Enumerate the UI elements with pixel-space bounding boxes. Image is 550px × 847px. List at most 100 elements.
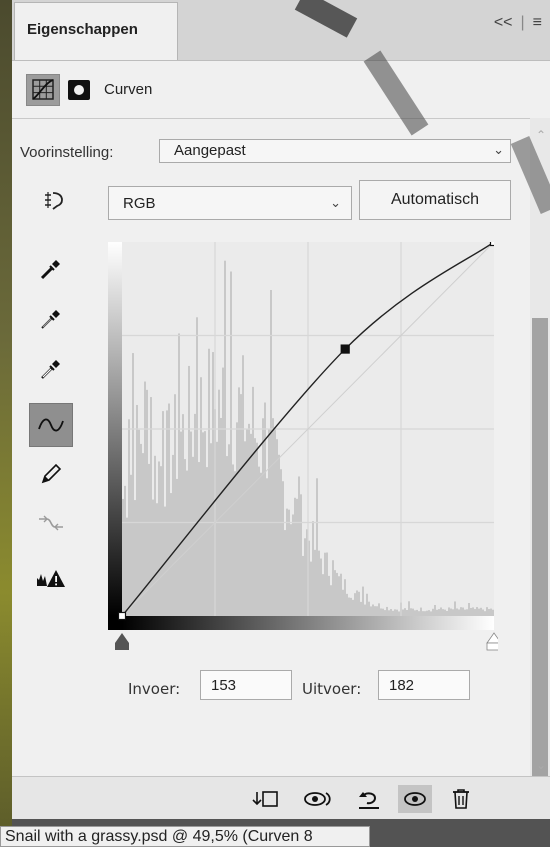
histogram-bar	[406, 609, 408, 616]
histogram-bar	[362, 586, 364, 616]
histogram-bar	[168, 403, 170, 616]
histogram-bar	[342, 589, 344, 616]
input-field[interactable]: 153	[200, 670, 292, 700]
white-slider-handle[interactable]	[486, 632, 502, 644]
output-field[interactable]: 182	[378, 670, 470, 700]
histogram-bar	[158, 461, 160, 616]
histogram-bar	[322, 574, 324, 616]
histogram-bar	[218, 389, 220, 616]
histogram-bar	[312, 521, 314, 616]
histogram-bar	[420, 607, 422, 616]
histogram-bar	[422, 611, 424, 616]
histogram-bar	[302, 555, 304, 616]
delete-trash-icon[interactable]	[444, 785, 478, 813]
layer-mask-icon[interactable]	[68, 80, 90, 100]
histogram-bar	[180, 431, 182, 616]
collapse-icon[interactable]: <<	[494, 14, 513, 32]
histogram-bar	[480, 607, 482, 616]
histogram-bar	[256, 442, 258, 616]
histogram-bar	[338, 576, 340, 616]
histogram-bar	[248, 423, 250, 616]
histogram-bar	[328, 575, 330, 616]
preset-label: Voorinstelling:	[20, 144, 114, 161]
histogram-bar	[396, 609, 398, 616]
on-image-adjust-icon[interactable]	[38, 185, 68, 215]
histogram-bar	[196, 317, 198, 616]
histogram-bar	[236, 422, 238, 616]
channel-select[interactable]: RGB ⌄	[108, 186, 352, 220]
clip-to-layer-icon[interactable]	[248, 785, 282, 813]
panel-menu-icon[interactable]: ≡	[533, 14, 542, 32]
curves-chart[interactable]	[108, 242, 494, 630]
scrollbar-thumb[interactable]	[532, 318, 548, 778]
curve-control-point[interactable]	[489, 242, 495, 247]
histogram-bar	[320, 558, 322, 616]
scroll-down-icon[interactable]: ⌄	[536, 758, 546, 772]
histogram-bar	[446, 610, 448, 616]
clipping-warning-icon[interactable]	[36, 564, 66, 594]
scroll-up-icon[interactable]: ⌃	[536, 128, 546, 142]
histogram-bar	[392, 610, 394, 616]
auto-button[interactable]: Automatisch	[359, 180, 511, 220]
input-slider[interactable]	[108, 630, 502, 654]
view-previous-state-icon[interactable]	[302, 785, 336, 813]
histogram-bar	[130, 474, 132, 616]
histogram-bar	[276, 439, 278, 616]
histogram-bar	[290, 524, 292, 616]
document-tab[interactable]: Snail with a grassy.psd @ 49,5% (Curven …	[0, 826, 370, 847]
channel-value: RGB	[123, 195, 156, 212]
histogram-bar	[478, 608, 480, 616]
histogram-bar	[160, 466, 162, 616]
histogram-bar	[202, 432, 204, 616]
histogram-bar	[274, 427, 276, 616]
histogram-bar	[412, 608, 414, 616]
curve-control-point[interactable]	[117, 611, 127, 621]
histogram-bar	[252, 386, 254, 616]
histogram-bar	[288, 509, 290, 616]
visibility-eye-icon[interactable]	[398, 785, 432, 813]
output-label: Uitvoer:	[302, 680, 362, 698]
histogram-bar	[282, 481, 284, 616]
white-point-eyedropper-icon[interactable]	[36, 354, 66, 384]
gray-point-eyedropper-icon[interactable]	[36, 304, 66, 334]
adjustment-title: Curven	[104, 81, 153, 98]
histogram-bar	[226, 456, 228, 616]
histogram-bar	[456, 608, 458, 616]
histogram-bar	[430, 611, 432, 616]
histogram-bar	[240, 394, 242, 616]
input-label: Invoer:	[128, 680, 181, 698]
curves-graph[interactable]	[108, 242, 494, 630]
histogram-bar	[460, 607, 462, 616]
histogram-bar	[346, 593, 348, 616]
curves-adjustment-icon[interactable]	[26, 74, 60, 106]
histogram-bar	[380, 608, 382, 616]
histogram-bar	[414, 610, 416, 616]
histogram-bar	[436, 609, 438, 616]
black-point-eyedropper-icon[interactable]	[36, 254, 66, 284]
panel-tab-bar: Eigenschappen << | ≡	[12, 0, 550, 61]
histogram-bar	[350, 597, 352, 616]
histogram-bar	[340, 573, 342, 616]
histogram-bar	[300, 494, 302, 616]
histogram-bar	[464, 609, 466, 616]
histogram-bar	[272, 418, 274, 616]
reset-icon[interactable]	[352, 785, 386, 813]
smooth-curve-icon[interactable]	[36, 508, 66, 538]
histogram-bar	[192, 456, 194, 616]
preset-row: Voorinstelling: Aangepast ⌄	[12, 118, 550, 168]
histogram-bar	[174, 394, 176, 616]
channel-row: RGB ⌄ Automatisch	[12, 175, 550, 225]
histogram-bar	[386, 606, 388, 616]
histogram-bar	[364, 604, 366, 616]
histogram-bar	[144, 381, 146, 616]
tab-properties[interactable]: Eigenschappen	[14, 2, 178, 60]
preset-select[interactable]: Aangepast ⌄	[159, 139, 511, 163]
histogram-bar	[488, 609, 490, 616]
histogram-bar	[284, 530, 286, 616]
black-slider-handle[interactable]	[115, 633, 129, 643]
curve-control-point-selected[interactable]	[340, 344, 350, 354]
curve-point-tool-icon[interactable]	[29, 403, 73, 447]
pencil-draw-icon[interactable]	[36, 459, 66, 489]
histogram-bar	[334, 570, 336, 616]
histogram-bar	[424, 611, 426, 616]
